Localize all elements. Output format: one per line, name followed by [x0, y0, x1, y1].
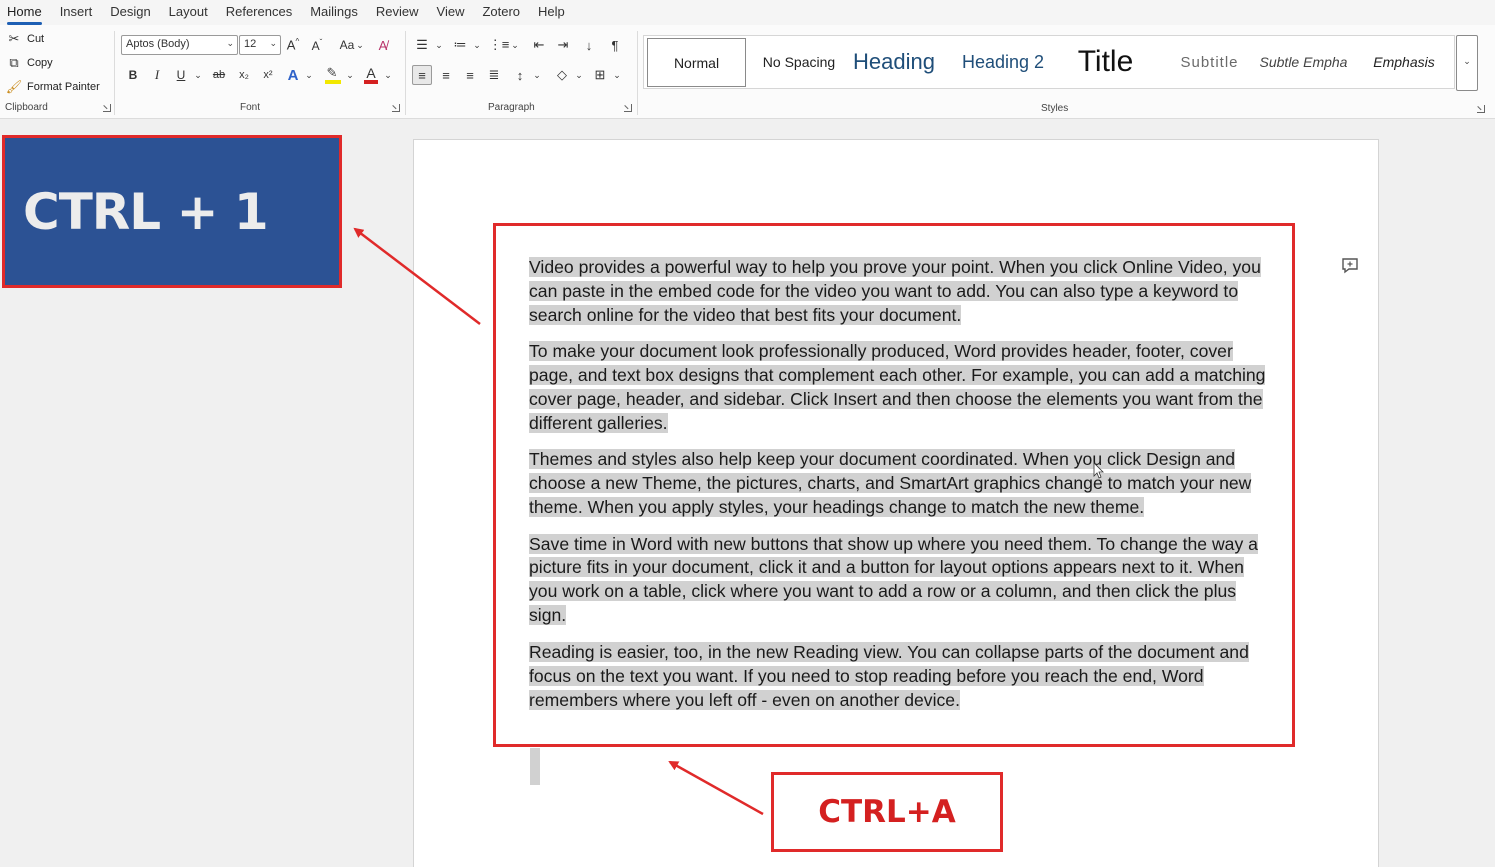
align-left-icon[interactable]: ≡ [412, 65, 432, 85]
font-name-value: Aptos (Body) [126, 38, 190, 50]
strikethrough-button[interactable]: ab [209, 65, 229, 85]
shading-icon[interactable]: ◇ [552, 65, 572, 85]
chevron-down-icon[interactable]: ⌄ [435, 35, 443, 55]
font-color-label: A [366, 65, 376, 81]
text-effects-button[interactable]: A [283, 65, 303, 85]
shrink-font-icon: Aˇ [311, 37, 323, 53]
tab-mailings[interactable]: Mailings [301, 0, 367, 25]
format-painter-button[interactable]: 🖌 Format Painter [6, 79, 100, 95]
paragraph-label: Paragraph [488, 102, 535, 113]
tab-layout[interactable]: Layout [160, 0, 217, 25]
paragraph-launcher-icon[interactable] [624, 104, 632, 112]
chevron-down-icon: ⌄ [269, 38, 277, 48]
subscript-button[interactable]: x₂ [234, 65, 254, 85]
tab-design[interactable]: Design [101, 0, 159, 25]
styles-launcher-icon[interactable] [1477, 105, 1485, 113]
selection-highlight-frame [493, 223, 1295, 747]
cut-label: Cut [27, 33, 45, 45]
tab-review[interactable]: Review [367, 0, 428, 25]
cut-button[interactable]: ✂ Cut [6, 31, 45, 47]
font-name-select[interactable]: Aptos (Body) ⌄ [121, 35, 238, 55]
chevron-down-icon[interactable]: ⌄ [356, 35, 364, 55]
font-launcher-icon[interactable] [392, 104, 400, 112]
scissors-icon: ✂ [8, 31, 20, 46]
divider [637, 31, 638, 115]
tab-references[interactable]: References [217, 0, 301, 25]
styles-label: Styles [1041, 103, 1069, 114]
chevron-down-icon: ⌄ [226, 38, 234, 48]
align-right-icon[interactable]: ≡ [460, 65, 480, 85]
ribbon-tabs: Home Insert Design Layout References Mai… [0, 0, 1495, 25]
change-case-label: Aa [339, 38, 355, 52]
chevron-down-icon: ⌄ [1463, 56, 1471, 66]
font-size-value: 12 [244, 38, 257, 50]
line-spacing-icon[interactable]: ↕ [510, 65, 530, 85]
style-heading-2[interactable]: Heading 2 [952, 36, 1054, 88]
italic-button[interactable]: I [147, 65, 167, 85]
empty-paragraph-selection [530, 748, 540, 785]
tab-help[interactable]: Help [529, 0, 574, 25]
chevron-down-icon[interactable]: ⌄ [473, 35, 481, 55]
bold-button[interactable]: B [123, 65, 143, 85]
increase-indent-icon[interactable]: ⇥ [553, 35, 573, 55]
styles-gallery: Normal No Spacing Heading Heading 2 Titl… [643, 35, 1455, 89]
copy-label: Copy [27, 57, 53, 69]
justify-icon[interactable]: ≣ [484, 65, 504, 85]
style-no-spacing[interactable]: No Spacing [749, 36, 849, 88]
font-size-select[interactable]: 12 ⌄ [239, 35, 281, 55]
style-subtitle[interactable]: Subtitle [1158, 36, 1261, 88]
font-color-button[interactable]: A [361, 63, 381, 84]
style-title[interactable]: Title [1054, 36, 1157, 88]
styles-more-button[interactable]: ⌄ [1456, 35, 1478, 91]
chevron-down-icon[interactable]: ⌄ [511, 35, 519, 55]
sort-icon[interactable]: ↓ [579, 35, 599, 55]
ctrl-1-callout: CTRL + 1 [2, 135, 342, 288]
font-group: Aptos (Body) ⌄ 12 ⌄ A^ Aˇ Aa ⌄ A̸ B I U … [115, 25, 405, 117]
comment-icon[interactable] [1340, 255, 1360, 275]
copy-icon: ⧉ [9, 55, 19, 70]
superscript-button[interactable]: x² [258, 65, 278, 85]
ctrl-a-callout: CTRL+A [771, 772, 1003, 852]
chevron-down-icon[interactable]: ⌄ [194, 65, 202, 85]
chevron-down-icon[interactable]: ⌄ [575, 65, 583, 85]
clear-formatting-icon[interactable]: A̸ [373, 35, 393, 55]
clipboard-label: Clipboard [5, 102, 48, 113]
numbering-icon[interactable]: ≔ [450, 35, 470, 55]
ribbon: ✂ Cut ⧉ Copy 🖌 Format Painter Clipboard … [0, 25, 1495, 119]
clipboard-launcher-icon[interactable] [103, 104, 111, 112]
ctrl-a-label: CTRL+A [818, 794, 956, 830]
tab-view[interactable]: View [428, 0, 474, 25]
underline-button[interactable]: U [171, 65, 191, 85]
pilcrow-icon[interactable]: ¶ [605, 35, 625, 55]
decrease-indent-icon[interactable]: ⇤ [529, 35, 549, 55]
paragraph-group: ☰ ⌄ ≔ ⌄ ⋮≡ ⌄ ⇤ ⇥ ↓ ¶ ≡ ≡ ≡ ≣ ↕ ⌄ ◇ ⌄ ⊞ ⌄… [406, 25, 636, 117]
multilevel-list-icon[interactable]: ⋮≡ [489, 35, 510, 55]
chevron-down-icon[interactable]: ⌄ [613, 65, 621, 85]
chevron-down-icon[interactable]: ⌄ [384, 65, 392, 85]
copy-button[interactable]: ⧉ Copy [6, 55, 53, 71]
chevron-down-icon[interactable]: ⌄ [305, 65, 313, 85]
bullets-icon[interactable]: ☰ [412, 35, 432, 55]
chevron-down-icon[interactable]: ⌄ [533, 65, 541, 85]
style-emphasis[interactable]: Emphasis [1356, 36, 1452, 88]
tab-home[interactable]: Home [7, 0, 51, 25]
clipboard-group: ✂ Cut ⧉ Copy 🖌 Format Painter Clipboard [0, 25, 113, 117]
style-subtle-emphasis[interactable]: Subtle Empha [1256, 36, 1351, 88]
tab-zotero[interactable]: Zotero [473, 0, 529, 25]
font-label: Font [240, 102, 261, 113]
style-normal[interactable]: Normal [647, 38, 746, 87]
format-painter-label: Format Painter [27, 81, 100, 93]
format-painter-icon: 🖌 [5, 79, 23, 94]
chevron-down-icon[interactable]: ⌄ [346, 65, 354, 85]
grow-font-icon: A^ [286, 37, 300, 53]
style-heading-1[interactable]: Heading [851, 36, 951, 88]
grow-font-button[interactable]: A^ [283, 35, 303, 55]
center-icon[interactable]: ≡ [436, 65, 456, 85]
tab-insert[interactable]: Insert [51, 0, 102, 25]
highlight-icon[interactable]: ✎ [322, 63, 342, 84]
borders-icon[interactable]: ⊞ [590, 65, 610, 85]
shrink-font-button[interactable]: Aˇ [307, 35, 327, 55]
ctrl-1-label: CTRL + 1 [23, 182, 269, 241]
